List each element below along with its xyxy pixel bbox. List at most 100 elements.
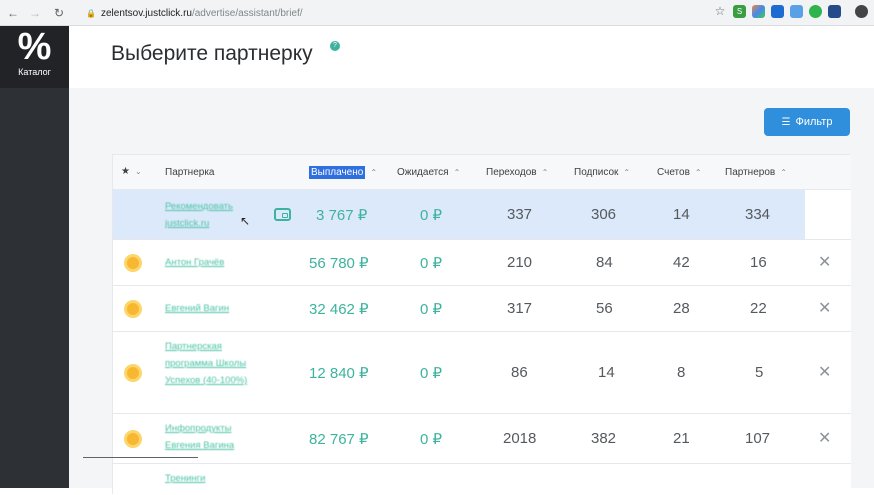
extension-record-icon[interactable] xyxy=(809,4,822,18)
invoices-value: 21 xyxy=(673,430,690,447)
table-row[interactable]: Рекомендовать justclick.ru 3 767 ₽ 0 ₽ 3… xyxy=(113,190,851,240)
forward-icon[interactable]: → xyxy=(26,4,44,22)
subscribers-value: 382 xyxy=(591,430,617,447)
extension-green-icon[interactable]: S xyxy=(733,4,746,18)
filter-button[interactable]: ☰ Фильтр xyxy=(764,108,850,136)
table-row[interactable]: Инфопродукты Евгения Вагина 82 767 ₽ 0 ₽… xyxy=(113,414,851,464)
table-header: ★ ⌄ Партнерка Выплачено ⌃ Ожидается ⌃ Перех… xyxy=(113,155,851,190)
partners-value: 334 xyxy=(745,206,771,223)
reload-icon[interactable]: ↻ xyxy=(50,4,68,22)
table-row[interactable]: Антон Грачёв 56 780 ₽ 0 ₽ 210 84 42 16 ✕ xyxy=(113,240,851,286)
column-clicks-label: Переходов xyxy=(486,167,537,178)
partner-link[interactable]: Евгений Вагин xyxy=(165,300,265,317)
partner-link[interactable]: Инфопродукты Евгения Вагина xyxy=(165,420,265,454)
remove-icon[interactable]: ✕ xyxy=(818,362,831,382)
column-partner[interactable]: Партнерка xyxy=(165,167,214,178)
subscribers-value: 306 xyxy=(591,206,617,223)
mouse-cursor-icon: ↖ xyxy=(240,214,251,228)
sort-up-icon: ⌃ xyxy=(370,168,378,177)
column-paid-label: Выплачено xyxy=(309,166,366,179)
invoices-value: 8 xyxy=(677,364,686,381)
page-title: Выберите партнерку xyxy=(111,42,313,65)
pending-value: 0 ₽ xyxy=(420,255,443,272)
partners-value: 5 xyxy=(755,364,764,381)
extension-grid-icon[interactable] xyxy=(828,4,841,18)
coin-icon[interactable] xyxy=(124,430,142,448)
clicks-value: 210 xyxy=(507,254,533,271)
sort-up-icon: ⌃ xyxy=(541,168,549,177)
column-partners[interactable]: Партнеров ⌃ xyxy=(725,167,787,178)
sidebar-item-catalog[interactable]: % Каталог xyxy=(0,26,69,88)
profile-avatar-icon[interactable] xyxy=(855,4,868,18)
pending-value: 0 ₽ xyxy=(420,431,443,448)
remove-icon[interactable]: ✕ xyxy=(818,428,831,448)
main-content: Выберите партнерку ? ☰ Фильтр ★ ⌄ Партнер… xyxy=(69,26,874,495)
column-paid[interactable]: Выплачено ⌃ xyxy=(309,166,378,179)
paid-value: 12 840 ₽ xyxy=(309,365,369,382)
clicks-value: 2018 xyxy=(503,430,537,447)
wallet-icon xyxy=(274,208,291,221)
column-partner-label: Партнерка xyxy=(165,167,215,178)
column-partners-label: Партнеров xyxy=(725,167,776,178)
page-header: Выберите партнерку ? xyxy=(69,26,874,88)
subscribers-value: 14 xyxy=(598,364,615,381)
sort-up-icon: ⌃ xyxy=(780,168,787,177)
invoices-value: 28 xyxy=(673,300,690,317)
extensions-bar: ☆ S xyxy=(713,4,868,18)
column-subscribers[interactable]: Подписок ⌃ xyxy=(574,167,630,178)
table-row[interactable]: Тренинги xyxy=(113,464,851,495)
chevron-down-icon: ⌄ xyxy=(134,167,142,176)
coin-icon[interactable] xyxy=(124,300,142,318)
coin-icon[interactable] xyxy=(124,364,142,382)
extension-doc-icon[interactable] xyxy=(790,4,803,18)
filter-button-label: Фильтр xyxy=(795,116,833,128)
partners-table: ★ ⌄ Партнерка Выплачено ⌃ Ожидается ⌃ Перех… xyxy=(112,154,851,495)
pending-value: 0 ₽ xyxy=(420,207,443,224)
invoices-value: 14 xyxy=(673,206,690,223)
left-sidebar: % Каталог xyxy=(0,26,69,488)
url-host: zelentsov.justclick.ru xyxy=(101,7,192,19)
table-row[interactable]: Евгений Вагин 32 462 ₽ 0 ₽ 317 56 28 22 … xyxy=(113,286,851,332)
favorite-column-header[interactable]: ★ ⌄ xyxy=(121,166,142,177)
browser-toolbar: ← → ↻ 🔒 zelentsov.justclick.ru/advertise… xyxy=(0,0,874,26)
column-invoices-label: Счетов xyxy=(657,167,690,178)
bookmark-star-icon[interactable]: ☆ xyxy=(713,4,727,18)
scroll-indicator xyxy=(83,457,198,462)
partner-link[interactable]: Тренинги xyxy=(165,470,265,487)
paid-value: 56 780 ₽ xyxy=(309,255,369,272)
address-bar[interactable]: 🔒 zelentsov.justclick.ru/advertise/assis… xyxy=(78,3,728,23)
column-pending-label: Ожидается xyxy=(397,167,449,178)
sliders-icon: ☰ xyxy=(781,116,791,128)
help-icon[interactable]: ? xyxy=(330,41,340,51)
coin-icon[interactable] xyxy=(124,254,142,272)
column-subscribers-label: Подписок xyxy=(574,167,619,178)
sort-up-icon: ⌃ xyxy=(453,168,461,177)
partner-link[interactable]: Партнерская программа Школы Успехов (40-… xyxy=(165,338,265,389)
sort-up-icon: ⌃ xyxy=(623,168,631,177)
table-row[interactable]: Партнерская программа Школы Успехов (40-… xyxy=(113,332,851,414)
partners-value: 22 xyxy=(750,300,767,317)
partners-value: 107 xyxy=(745,430,771,447)
paid-value: 32 462 ₽ xyxy=(309,301,369,318)
column-pending[interactable]: Ожидается ⌃ xyxy=(397,167,460,178)
subscribers-value: 84 xyxy=(596,254,613,271)
remove-icon[interactable]: ✕ xyxy=(818,298,831,318)
clicks-value: 317 xyxy=(507,300,533,317)
pending-value: 0 ₽ xyxy=(420,301,443,318)
url-path: /advertise/assistant/brief/ xyxy=(191,7,303,19)
percent-icon: % xyxy=(17,26,52,68)
paid-value: 3 767 ₽ xyxy=(316,207,368,224)
clicks-value: 86 xyxy=(511,364,528,381)
column-clicks[interactable]: Переходов ⌃ xyxy=(486,167,548,178)
lock-icon: 🔒 xyxy=(86,8,96,18)
invoices-value: 42 xyxy=(673,254,690,271)
back-icon[interactable]: ← xyxy=(4,4,22,22)
column-invoices[interactable]: Счетов ⌃ xyxy=(657,167,702,178)
clicks-value: 337 xyxy=(507,206,533,223)
extension-color-icon[interactable] xyxy=(752,4,765,18)
extension-translate-icon[interactable] xyxy=(771,4,784,18)
subscribers-value: 56 xyxy=(596,300,613,317)
sidebar-item-label: Каталог xyxy=(18,67,51,77)
partner-link[interactable]: Антон Грачёв xyxy=(165,254,265,271)
remove-icon[interactable]: ✕ xyxy=(818,252,831,272)
